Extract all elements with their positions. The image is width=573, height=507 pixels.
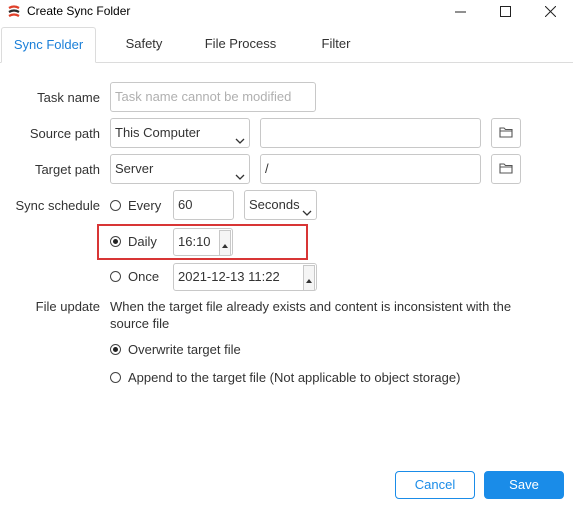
once-radio-label: Once — [128, 269, 160, 284]
folder-icon — [499, 162, 513, 177]
cancel-button[interactable]: Cancel — [395, 471, 475, 499]
title-bar: Create Sync Folder — [0, 0, 573, 24]
maximize-icon — [499, 5, 511, 20]
minimize-icon — [454, 5, 466, 20]
task-name-input[interactable]: Task name cannot be modified — [110, 82, 316, 112]
once-radio-indicator — [110, 271, 121, 282]
once-datetime-input[interactable]: 2021-12-13 11:22 — [173, 263, 317, 291]
daily-time-value: 16:10 — [178, 234, 211, 249]
target-browse-button[interactable] — [491, 154, 521, 184]
triangle-up-icon — [222, 231, 228, 255]
append-radio-label: Append to the target file (Not applicabl… — [128, 370, 461, 385]
task-name-label: Task name — [37, 90, 100, 105]
append-radio-indicator — [110, 372, 121, 383]
chevron-down-icon — [235, 164, 245, 180]
file-update-description: When the target file already exists and … — [110, 299, 512, 331]
overwrite-radio-indicator — [110, 344, 121, 355]
source-path-label: Source path — [29, 126, 100, 141]
tab-file-process[interactable]: File Process — [193, 27, 288, 61]
tab-safety[interactable]: Safety — [108, 27, 180, 61]
window-title: Create Sync Folder — [27, 4, 131, 18]
source-type-select[interactable]: This Computer — [110, 118, 250, 148]
once-radio[interactable]: Once — [110, 269, 159, 284]
minimize-button[interactable] — [440, 0, 480, 24]
overwrite-radio-label: Overwrite target file — [128, 342, 241, 357]
append-radio[interactable]: Append to the target file (Not applicabl… — [110, 370, 460, 385]
chevron-down-icon — [235, 128, 245, 144]
tab-bar: Sync Folder Safety File Process Filter — [0, 27, 573, 63]
every-radio-indicator — [110, 200, 121, 211]
close-icon — [544, 5, 556, 20]
chevron-down-icon — [302, 200, 312, 216]
file-update-label: File update — [35, 299, 100, 314]
source-browse-button[interactable] — [491, 118, 521, 148]
tab-sync-folder[interactable]: Sync Folder — [1, 27, 96, 63]
spin-up-button[interactable] — [303, 265, 315, 290]
every-radio[interactable]: Every — [110, 198, 161, 213]
daily-radio[interactable]: Daily — [110, 234, 157, 249]
overwrite-radio[interactable]: Overwrite target file — [110, 342, 241, 357]
sync-schedule-label: Sync schedule — [15, 198, 100, 213]
daily-time-input[interactable]: 16:10 — [173, 228, 233, 256]
spin-up-button[interactable] — [219, 230, 231, 255]
close-button[interactable] — [530, 0, 570, 24]
daily-radio-indicator — [110, 236, 121, 247]
folder-icon — [499, 126, 513, 141]
every-unit-select[interactable]: Seconds — [244, 190, 317, 220]
sync-app-icon — [8, 5, 20, 19]
maximize-button[interactable] — [485, 0, 525, 24]
every-radio-label: Every — [128, 198, 162, 213]
target-path-label: Target path — [34, 162, 100, 177]
once-datetime-spinner — [303, 265, 315, 290]
source-path-input[interactable] — [260, 118, 481, 148]
source-type-value: This Computer — [115, 125, 201, 140]
triangle-up-icon — [306, 266, 312, 290]
daily-time-spinner — [219, 230, 231, 255]
every-unit-value: Seconds — [249, 197, 300, 212]
tab-filter[interactable]: Filter — [306, 27, 366, 61]
every-interval-input[interactable]: 60 — [173, 190, 234, 220]
once-datetime-value: 2021-12-13 11:22 — [178, 269, 280, 284]
target-path-input[interactable]: / — [260, 154, 481, 184]
save-button[interactable]: Save — [484, 471, 564, 499]
target-type-value: Server — [115, 161, 154, 176]
daily-radio-label: Daily — [128, 234, 157, 249]
target-type-select[interactable]: Server — [110, 154, 250, 184]
